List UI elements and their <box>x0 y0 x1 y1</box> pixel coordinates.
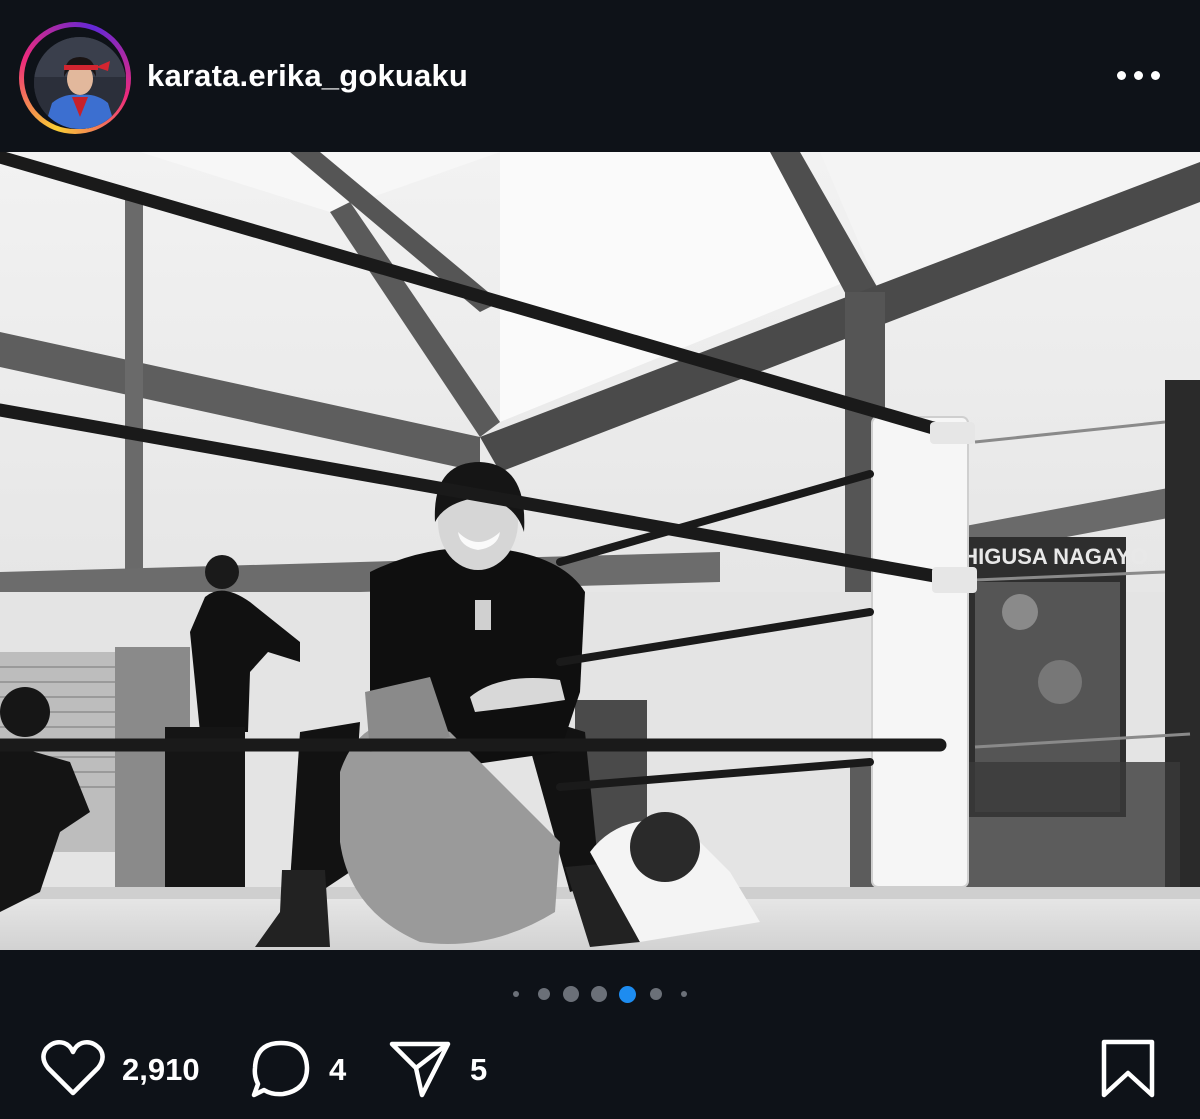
share-count[interactable]: 5 <box>470 1052 487 1088</box>
story-ring[interactable] <box>19 22 131 134</box>
comment-button[interactable] <box>250 1038 312 1105</box>
wrestling-ring-photo: CHIGUSA NAGAYO <box>0 152 1200 950</box>
heart-icon <box>41 1040 105 1096</box>
carousel-dot-active <box>619 986 636 1003</box>
carousel-dot <box>513 991 519 997</box>
paper-plane-icon <box>389 1041 451 1098</box>
more-dot <box>1151 71 1160 80</box>
carousel-indicator <box>0 982 1200 1006</box>
username[interactable]: karata.erika_gokuaku <box>147 56 468 96</box>
like-count[interactable]: 2,910 <box>122 1052 200 1088</box>
instagram-post: karata.erika_gokuaku CHIGUSA NAGAYO 2,91… <box>0 0 1200 1119</box>
more-horizontal-icon <box>1117 71 1126 80</box>
bookmark-icon <box>1101 1039 1155 1098</box>
more-dot <box>1134 71 1143 80</box>
carousel-dot <box>591 986 607 1002</box>
like-button[interactable] <box>40 1038 106 1103</box>
carousel-dot <box>563 986 579 1002</box>
post-photo[interactable]: CHIGUSA NAGAYO <box>0 152 1200 950</box>
carousel-dot <box>681 991 687 997</box>
avatar-image <box>34 37 126 129</box>
avatar[interactable] <box>34 37 126 129</box>
carousel-dot <box>538 988 550 1000</box>
post-header: karata.erika_gokuaku <box>0 0 1200 152</box>
action-bar: 2,910 4 5 <box>0 1030 1200 1110</box>
avatar-ring-gap <box>24 27 126 129</box>
poster-text: CHIGUSA NAGAYO <box>946 544 1147 569</box>
more-options-button[interactable] <box>1110 58 1166 94</box>
share-button[interactable] <box>388 1038 452 1105</box>
carousel-dot <box>650 988 662 1000</box>
save-button[interactable] <box>1100 1038 1156 1105</box>
comment-bubble-icon <box>251 1040 310 1098</box>
comment-count[interactable]: 4 <box>329 1052 346 1088</box>
